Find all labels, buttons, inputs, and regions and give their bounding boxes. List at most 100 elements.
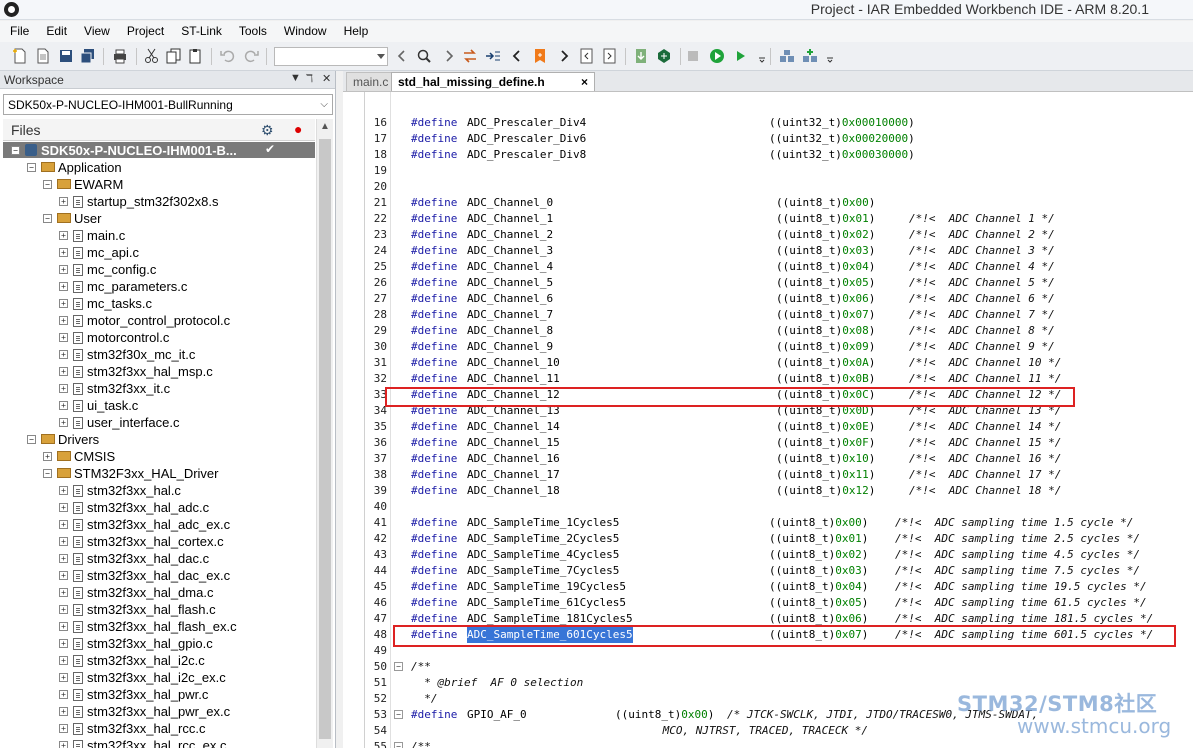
tree-file[interactable]: + stm32f3xx_hal_gpio.c xyxy=(3,635,315,652)
expand-icon[interactable]: + xyxy=(59,486,68,495)
tab-std-hal-missing-define[interactable]: std_hal_missing_define.h × xyxy=(391,72,595,91)
forward-icon[interactable] xyxy=(441,48,457,64)
toolbar-overflow-icon[interactable] xyxy=(754,48,765,64)
menu-edit[interactable]: Edit xyxy=(36,21,74,42)
download-icon[interactable] xyxy=(633,48,649,64)
tree-file[interactable]: + mc_tasks.c xyxy=(3,295,315,312)
save-all-icon[interactable] xyxy=(80,48,96,64)
tree-file[interactable]: + stm32f3xx_hal_flash_ex.c xyxy=(3,618,315,635)
expand-icon[interactable]: + xyxy=(59,418,68,427)
tree-file[interactable]: + user_interface.c xyxy=(3,414,315,431)
tree-file[interactable]: + stm32f3xx_hal_rcc_ex.c xyxy=(3,737,315,748)
go-to-line-icon[interactable] xyxy=(485,48,501,64)
toolbar-overflow-icon-2[interactable] xyxy=(822,48,833,64)
expand-icon[interactable]: + xyxy=(59,520,68,529)
tree-file[interactable]: + motorcontrol.c xyxy=(3,329,315,346)
tree-project[interactable]: − SDK50x-P-NUCLEO-IHM001-B... ✔ xyxy=(3,142,315,158)
expand-icon[interactable]: + xyxy=(59,656,68,665)
workspace-scrollbar[interactable]: ▲ xyxy=(316,119,333,748)
tree-file[interactable]: + stm32f3xx_hal.c xyxy=(3,482,315,499)
copy-icon[interactable] xyxy=(166,48,182,64)
download-debug-icon[interactable] xyxy=(709,48,725,64)
navigate-forward-icon[interactable] xyxy=(602,48,618,64)
tree-file[interactable]: + stm32f30x_mc_it.c xyxy=(3,346,315,363)
expand-icon[interactable]: + xyxy=(59,282,68,291)
tree-file[interactable]: + stm32f3xx_hal_dma.c xyxy=(3,584,315,601)
replace-icon[interactable] xyxy=(462,48,478,64)
tree-file[interactable]: + stm32f3xx_hal_adc.c xyxy=(3,499,315,516)
collapse-icon[interactable]: − xyxy=(43,180,52,189)
make-icon[interactable] xyxy=(656,48,672,64)
expand-icon[interactable]: + xyxy=(59,724,68,733)
code-editor[interactable]: 16 #define ADC_Prescaler_Div4 ((uint32_t)0x… xyxy=(343,91,1193,748)
fold-icon[interactable]: − xyxy=(394,710,403,719)
tree-file[interactable]: + stm32f3xx_it.c xyxy=(3,380,315,397)
tree-file[interactable]: + motor_control_protocol.c xyxy=(3,312,315,329)
save-icon[interactable] xyxy=(58,48,74,64)
tab-main-c[interactable]: main.c xyxy=(346,72,396,91)
tree-file[interactable]: + stm32f3xx_hal_pwr.c xyxy=(3,686,315,703)
redo-icon[interactable] xyxy=(243,48,259,64)
expand-icon[interactable]: + xyxy=(59,265,68,274)
tree-file[interactable]: + stm32f3xx_hal_i2c.c xyxy=(3,652,315,669)
menu-project[interactable]: Project xyxy=(117,21,171,42)
expand-icon[interactable]: + xyxy=(59,333,68,342)
scroll-up-icon[interactable]: ▲ xyxy=(320,121,330,132)
next-bookmark-icon[interactable] xyxy=(556,48,572,64)
find-icon[interactable] xyxy=(416,48,432,64)
tree-file[interactable]: + stm32f3xx_hal_i2c_ex.c xyxy=(3,669,315,686)
tree-file[interactable]: + stm32f3xx_hal_cortex.c xyxy=(3,533,315,550)
collapse-icon[interactable]: − xyxy=(43,469,52,478)
prev-bookmark-icon[interactable] xyxy=(509,48,525,64)
expand-icon[interactable]: + xyxy=(59,231,68,240)
tree-file[interactable]: + ui_task.c xyxy=(3,397,315,414)
print-icon[interactable] xyxy=(112,48,128,64)
fold-icon[interactable]: − xyxy=(394,662,403,671)
expand-icon[interactable]: + xyxy=(59,299,68,308)
tree-folder[interactable]: + CMSIS xyxy=(3,448,315,465)
collapse-icon[interactable]: − xyxy=(27,435,36,444)
tree-file[interactable]: + stm32f3xx_hal_msp.c xyxy=(3,363,315,380)
back-icon[interactable] xyxy=(394,48,410,64)
tree-file[interactable]: + stm32f3xx_hal_flash.c xyxy=(3,601,315,618)
dropdown-icon[interactable]: ▼ xyxy=(290,72,301,84)
expand-icon[interactable]: + xyxy=(59,690,68,699)
expand-icon[interactable]: + xyxy=(59,622,68,631)
tree-file[interactable]: + mc_api.c xyxy=(3,244,315,261)
expand-icon[interactable]: + xyxy=(59,673,68,682)
stop-build-icon[interactable] xyxy=(685,48,701,64)
tree-file[interactable]: + stm32f3xx_hal_adc_ex.c xyxy=(3,516,315,533)
expand-icon[interactable]: + xyxy=(59,248,68,257)
expand-icon[interactable]: + xyxy=(59,503,68,512)
menu-help[interactable]: Help xyxy=(334,21,376,42)
layout-icon[interactable] xyxy=(779,48,795,64)
debug-without-download-icon[interactable] xyxy=(732,48,748,64)
expand-icon[interactable]: + xyxy=(59,639,68,648)
close-icon[interactable]: ✕ xyxy=(322,72,331,85)
menu-view[interactable]: View xyxy=(74,21,117,42)
expand-icon[interactable]: + xyxy=(59,741,68,748)
gear-icon[interactable]: ⚙ xyxy=(261,122,274,139)
expand-icon[interactable]: + xyxy=(59,350,68,359)
menu-window[interactable]: Window xyxy=(274,21,334,42)
expand-icon[interactable]: + xyxy=(59,571,68,580)
tree-folder[interactable]: − Drivers xyxy=(3,431,315,448)
find-combo[interactable] xyxy=(274,47,388,66)
expand-icon[interactable]: + xyxy=(59,707,68,716)
pin-icon[interactable]: ℸ xyxy=(306,72,313,85)
expand-icon[interactable]: + xyxy=(59,401,68,410)
tree-folder[interactable]: − User xyxy=(3,210,315,227)
expand-icon[interactable]: + xyxy=(59,554,68,563)
tree-file[interactable]: + main.c xyxy=(3,227,315,244)
menu-st-link[interactable]: ST-Link xyxy=(171,21,229,42)
tree-file[interactable]: + mc_config.c xyxy=(3,261,315,278)
expand-icon[interactable]: + xyxy=(43,452,52,461)
expand-icon[interactable]: + xyxy=(59,384,68,393)
expand-icon[interactable]: + xyxy=(59,605,68,614)
menu-tools[interactable]: Tools xyxy=(229,21,274,42)
fold-icon[interactable]: − xyxy=(394,742,403,748)
expand-icon[interactable]: + xyxy=(59,537,68,546)
expand-icon[interactable]: + xyxy=(59,588,68,597)
collapse-icon[interactable]: − xyxy=(43,214,52,223)
collapse-icon[interactable]: − xyxy=(11,146,20,155)
